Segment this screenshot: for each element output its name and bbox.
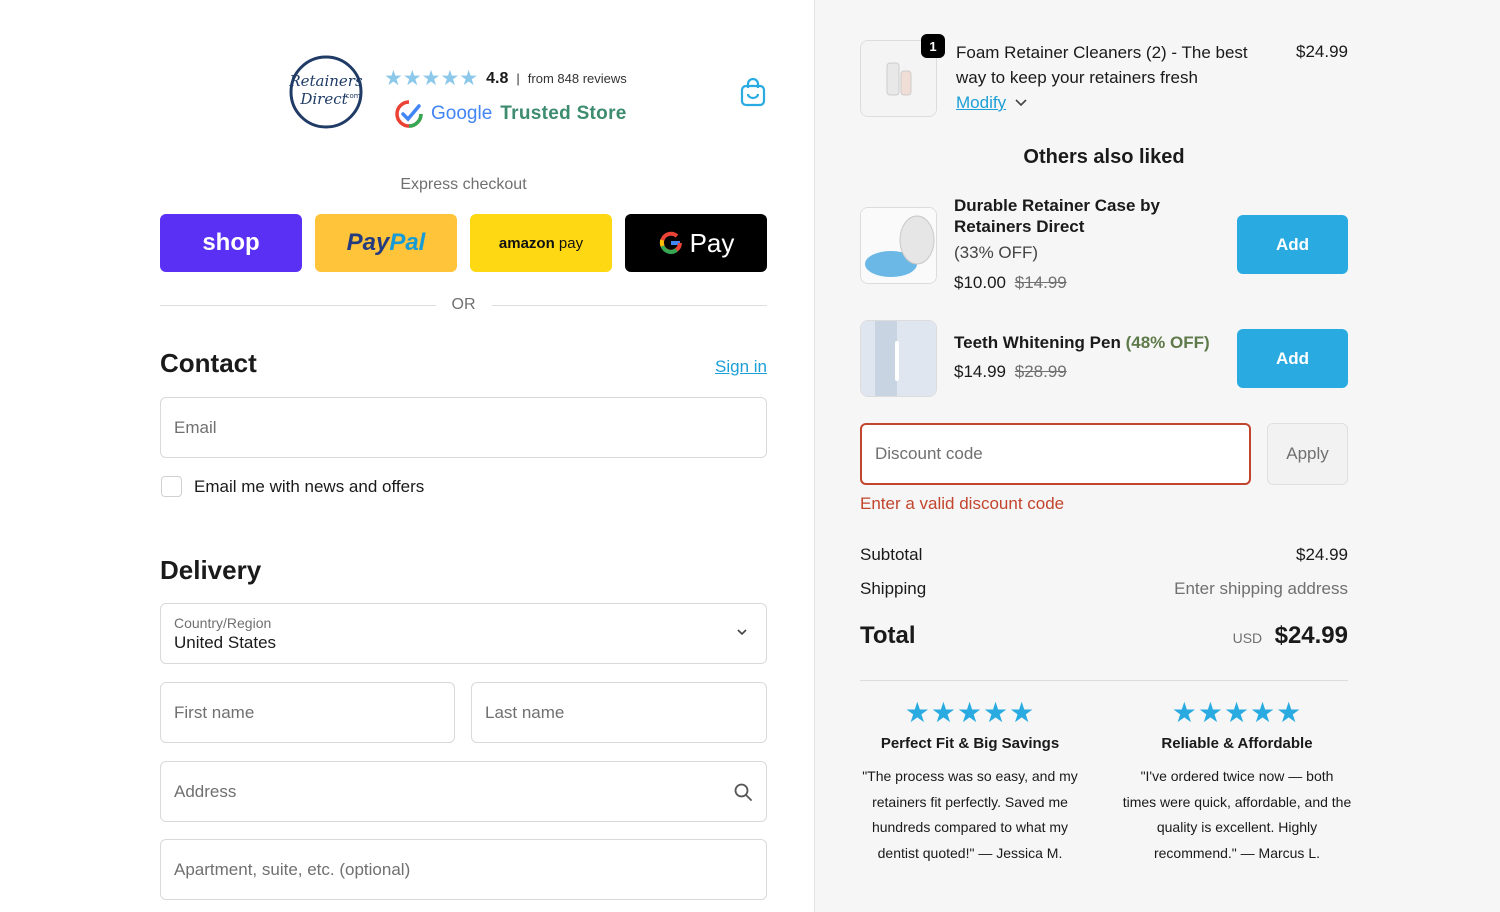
apartment-placeholder: Apartment, suite, etc. (optional) xyxy=(174,859,411,879)
email-field[interactable]: Email xyxy=(160,397,767,458)
amazon-pay-button[interactable]: amazon pay xyxy=(470,214,612,272)
rating-separator: | xyxy=(516,71,520,86)
upsell-name-row: Teeth Whitening Pen (48% OFF) xyxy=(954,332,1210,353)
rating-value: 4.8 xyxy=(486,69,509,87)
shipping-label: Shipping xyxy=(860,579,927,598)
newsletter-option: Email me with news and offers xyxy=(161,476,424,497)
cart-item-name: Foam Retainer Cleaners (2) - The best wa… xyxy=(956,43,1248,87)
review-text: "I've ordered twice now — both times wer… xyxy=(1122,768,1352,861)
address-field[interactable]: Address xyxy=(160,761,767,822)
express-checkout-buttons: shop Pay Pal amazon pay Pay xyxy=(160,214,767,272)
discount-placeholder: Discount code xyxy=(875,444,983,463)
delivery-heading: Delivery xyxy=(160,555,262,585)
whitening-pen-product-image xyxy=(861,321,936,396)
review-card: ★★★★★ Perfect Fit & Big Savings "The pro… xyxy=(855,696,1085,866)
add-upsell-button[interactable]: Add xyxy=(1237,215,1348,274)
shipping-value: Enter shipping address xyxy=(1174,579,1348,598)
discount-code-field[interactable]: Discount code xyxy=(860,423,1251,485)
upsell-old-price: $28.99 xyxy=(1014,362,1067,381)
country-select[interactable]: Country/Region United States xyxy=(160,603,767,664)
sign-in-link[interactable]: Sign in xyxy=(715,357,767,377)
paypal-pal-text: Pal xyxy=(389,229,426,256)
shopping-bag-icon[interactable] xyxy=(738,76,768,108)
newsletter-label: Email me with news and offers xyxy=(194,476,425,496)
svg-text:.com: .com xyxy=(343,92,360,100)
rating-stars-icon: ★★★★★ xyxy=(384,67,479,90)
review-card: ★★★★★ Reliable & Affordable "I've ordere… xyxy=(1122,696,1352,866)
upsell-price-row: $10.00 $14.99 xyxy=(954,273,1067,293)
shop-pay-button[interactable]: shop xyxy=(160,214,302,272)
retainers-direct-logo: Retainers Direct .com xyxy=(288,55,363,129)
chevron-down-icon xyxy=(1015,99,1027,107)
country-value: United States xyxy=(174,632,277,652)
subtotal-row: Subtotal $24.99 xyxy=(860,545,1348,565)
others-also-liked-heading: Others also liked xyxy=(1023,146,1185,168)
upsell-thumbnail xyxy=(860,320,937,397)
summary-divider xyxy=(860,680,1348,681)
last-name-field[interactable]: Last name xyxy=(471,682,767,743)
cart-item-quantity-badge: 1 xyxy=(921,34,945,58)
discount-error-message: Enter a valid discount code xyxy=(860,494,1065,513)
review-text: "The process was so easy, and my retaine… xyxy=(862,768,1078,861)
google-wordmark: Google xyxy=(431,103,493,124)
email-placeholder: Email xyxy=(174,417,217,437)
country-label: Country/Region xyxy=(174,614,272,631)
shop-pay-label: shop xyxy=(202,229,260,256)
reviews-count: from 848 reviews xyxy=(527,71,627,86)
google-pay-text: Pay xyxy=(689,227,735,258)
review-stars-icon: ★★★★★ xyxy=(1171,697,1303,728)
review-title: Perfect Fit & Big Savings xyxy=(880,735,1060,752)
total-row: Total USD $24.99 xyxy=(860,622,1348,650)
upsell-price: $10.00 xyxy=(954,273,1006,292)
apply-discount-button[interactable]: Apply xyxy=(1267,423,1348,485)
add-upsell-button[interactable]: Add xyxy=(1237,329,1348,388)
upsell-name: Durable Retainer Case by Retainers Direc… xyxy=(954,196,1160,236)
total-currency: USD xyxy=(1232,630,1263,646)
address-placeholder: Address xyxy=(174,781,237,801)
amazon-pay-text: pay xyxy=(558,234,584,252)
subtotal-value: $24.99 xyxy=(1296,545,1348,564)
shipping-row: Shipping Enter shipping address xyxy=(860,579,1348,599)
first-name-field[interactable]: First name xyxy=(160,682,455,743)
review-stars-icon: ★★★★★ xyxy=(904,697,1036,728)
total-label: Total xyxy=(860,622,916,649)
svg-text:Retainers: Retainers xyxy=(288,72,363,90)
svg-text:Direct: Direct xyxy=(299,90,348,108)
express-checkout-label: Express checkout xyxy=(400,176,527,193)
contact-heading: Contact xyxy=(160,348,257,378)
upsell-old-price: $14.99 xyxy=(1014,273,1067,292)
google-check-icon xyxy=(395,100,423,128)
amazon-text: amazon xyxy=(498,234,555,252)
upsell-name: Teeth Whitening Pen xyxy=(954,333,1121,352)
newsletter-checkbox[interactable] xyxy=(161,476,182,497)
trusted-store-text: Trusted Store xyxy=(500,103,627,124)
first-name-placeholder: First name xyxy=(174,702,255,722)
subtotal-label: Subtotal xyxy=(860,545,923,564)
search-icon xyxy=(734,783,752,801)
google-trusted-store-badge: Google Trusted Store xyxy=(395,100,627,128)
chevron-down-icon xyxy=(737,629,747,636)
checkout-form-column: Retainers Direct .com ★★★★★ 4.8 | from 8… xyxy=(0,0,814,912)
upsell-thumbnail xyxy=(860,207,937,284)
review-title: Reliable & Affordable xyxy=(1161,735,1313,752)
modify-link[interactable]: Modify xyxy=(956,93,1028,113)
paypal-button[interactable]: Pay Pal xyxy=(315,214,457,272)
google-g-icon xyxy=(659,231,682,254)
paypal-pay-text: Pay xyxy=(346,229,390,256)
or-divider: OR xyxy=(160,296,767,314)
modify-label: Modify xyxy=(956,93,1007,112)
total-value: $24.99 xyxy=(1274,622,1348,649)
apartment-field[interactable]: Apartment, suite, etc. (optional) xyxy=(160,839,767,900)
upsell-price-row: $14.99 $28.99 xyxy=(954,362,1067,382)
google-pay-button[interactable]: Pay xyxy=(625,214,767,272)
upsell-discount: (48% OFF) xyxy=(1125,333,1210,352)
last-name-placeholder: Last name xyxy=(485,702,565,722)
upsell-price: $14.99 xyxy=(954,362,1006,381)
or-label: OR xyxy=(451,296,476,313)
cart-item-price: $24.99 xyxy=(1296,42,1348,61)
upsell-discount: (33% OFF) xyxy=(954,243,1039,262)
rating-row: ★★★★★ 4.8 | from 848 reviews xyxy=(384,66,627,91)
retainer-case-product-image xyxy=(861,208,936,283)
